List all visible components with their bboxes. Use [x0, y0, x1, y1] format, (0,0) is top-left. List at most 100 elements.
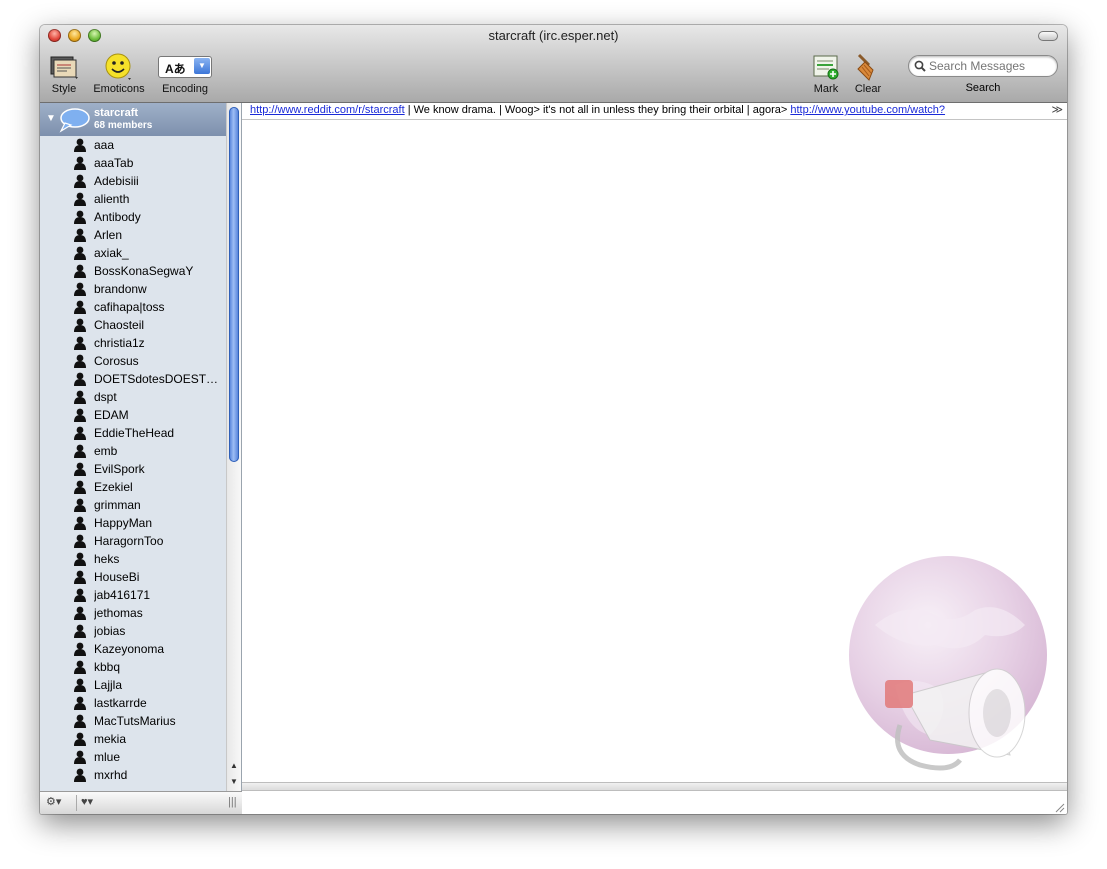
gear-icon: ⚙▾: [46, 796, 62, 808]
topic-expand-icon[interactable]: ≫: [1051, 103, 1063, 116]
member-row[interactable]: HouseBi: [40, 568, 226, 586]
scroll-thumb[interactable]: [229, 107, 239, 462]
member-row[interactable]: alienth: [40, 190, 226, 208]
member-row[interactable]: HappyMan: [40, 514, 226, 532]
person-icon: [74, 336, 86, 350]
member-name: axiak_: [94, 246, 129, 260]
person-icon: [74, 156, 86, 170]
mark-button[interactable]: Mark: [808, 51, 844, 95]
member-row[interactable]: Ezekiel: [40, 478, 226, 496]
member-row[interactable]: Arlen: [40, 226, 226, 244]
member-row[interactable]: jethomas: [40, 604, 226, 622]
member-name: BossKonaSegwaY: [94, 264, 194, 278]
member-row[interactable]: mxrhd: [40, 766, 226, 784]
member-row[interactable]: Lajjla: [40, 676, 226, 694]
member-name: Ezekiel: [94, 480, 133, 494]
member-name: christia1z: [94, 336, 145, 350]
member-name: jethomas: [94, 606, 143, 620]
encoding-icon: Aあ ▼: [156, 51, 214, 83]
person-icon: [74, 138, 86, 152]
member-row[interactable]: Chaosteil: [40, 316, 226, 334]
irc-window: starcraft (irc.esper.net) Style Emoticon…: [40, 25, 1067, 814]
chevron-down-icon: ▼: [194, 58, 210, 74]
member-row[interactable]: Adebisiii: [40, 172, 226, 190]
member-row[interactable]: christia1z: [40, 334, 226, 352]
member-row[interactable]: mlue: [40, 748, 226, 766]
member-row[interactable]: EvilSpork: [40, 460, 226, 478]
member-row[interactable]: kbbq: [40, 658, 226, 676]
member-row[interactable]: MacTutsMarius: [40, 712, 226, 730]
member-row[interactable]: emb: [40, 442, 226, 460]
person-icon: [74, 354, 86, 368]
clear-label: Clear: [854, 83, 882, 95]
member-row[interactable]: aaa: [40, 136, 226, 154]
member-row[interactable]: jobias: [40, 622, 226, 640]
search-input[interactable]: [927, 58, 1055, 74]
channel-header[interactable]: ▼ starcraft 68 members: [40, 103, 226, 136]
member-row[interactable]: dspt: [40, 388, 226, 406]
member-row[interactable]: grimman: [40, 496, 226, 514]
member-name: alienth: [94, 192, 130, 206]
person-icon: [74, 498, 86, 512]
emoticons-button[interactable]: Emoticons: [88, 51, 150, 95]
person-icon: [74, 588, 86, 602]
member-name: mxrhd: [94, 768, 128, 782]
member-name: EvilSpork: [94, 462, 145, 476]
member-row[interactable]: mekia: [40, 730, 226, 748]
heart-menu-button[interactable]: ♥▾: [76, 795, 93, 811]
sidebar-resize-handle[interactable]: |||: [228, 796, 237, 812]
splitter[interactable]: [242, 783, 1067, 791]
magnifier-icon: [914, 60, 926, 72]
member-name: Lajjla: [94, 678, 123, 692]
person-icon: [74, 570, 86, 584]
member-row[interactable]: HaragornToo: [40, 532, 226, 550]
person-icon: [74, 678, 86, 692]
member-row[interactable]: cafihapa|toss: [40, 298, 226, 316]
person-icon: [74, 642, 86, 656]
chat-transcript[interactable]: [242, 120, 1067, 781]
search-field[interactable]: [908, 55, 1058, 77]
member-row[interactable]: Corosus: [40, 352, 226, 370]
member-name: grimman: [94, 498, 141, 512]
scroll-down-arrow-icon[interactable]: ▼: [227, 775, 241, 789]
member-name: emb: [94, 444, 118, 458]
member-row[interactable]: EddieTheHead: [40, 424, 226, 442]
member-row[interactable]: jab416171: [40, 586, 226, 604]
member-row[interactable]: brandonw: [40, 280, 226, 298]
encoding-label: Encoding: [162, 83, 208, 95]
topic-link-youtube[interactable]: http://www.youtube.com/watch?: [790, 104, 945, 116]
member-name: mekia: [94, 732, 127, 746]
topic-link-reddit[interactable]: http://www.reddit.com/r/starcraft: [250, 104, 405, 116]
member-name: HouseBi: [94, 570, 140, 584]
member-row[interactable]: BossKonaSegwaY: [40, 262, 226, 280]
member-row[interactable]: axiak_: [40, 244, 226, 262]
person-icon: [74, 318, 86, 332]
member-row[interactable]: Kazeyonoma: [40, 640, 226, 658]
person-icon: [74, 390, 86, 404]
member-row[interactable]: aaaTab: [40, 154, 226, 172]
scroll-up-arrow-icon[interactable]: ▲: [227, 759, 241, 773]
member-row[interactable]: lastkarrde: [40, 694, 226, 712]
style-button[interactable]: Style: [46, 51, 82, 95]
resize-grip-icon[interactable]: [1054, 802, 1065, 813]
person-icon: [74, 480, 86, 494]
clear-button[interactable]: Clear: [850, 51, 886, 95]
member-name: kbbq: [94, 660, 121, 674]
person-icon: [74, 264, 86, 278]
message-input[interactable]: [246, 793, 1050, 814]
encoding-button[interactable]: Aあ ▼ Encoding: [156, 51, 214, 95]
member-row[interactable]: Antibody: [40, 208, 226, 226]
person-icon: [74, 246, 86, 260]
person-icon: [74, 714, 86, 728]
member-row[interactable]: EDAM: [40, 406, 226, 424]
member-list-scrollbar[interactable]: ▲ ▼: [226, 103, 241, 791]
member-name: DOETSdotesDOESTSd...: [94, 372, 222, 386]
member-row[interactable]: heks: [40, 550, 226, 568]
member-row[interactable]: DOETSdotesDOESTSd...: [40, 370, 226, 388]
disclosure-triangle-icon[interactable]: ▼: [46, 113, 56, 124]
toolbar-toggle-button[interactable]: [1038, 31, 1058, 41]
gear-menu-button[interactable]: ⚙▾: [46, 795, 61, 811]
person-icon: [74, 210, 86, 224]
channel-name: starcraft: [94, 107, 139, 119]
mark-label: Mark: [813, 83, 839, 95]
